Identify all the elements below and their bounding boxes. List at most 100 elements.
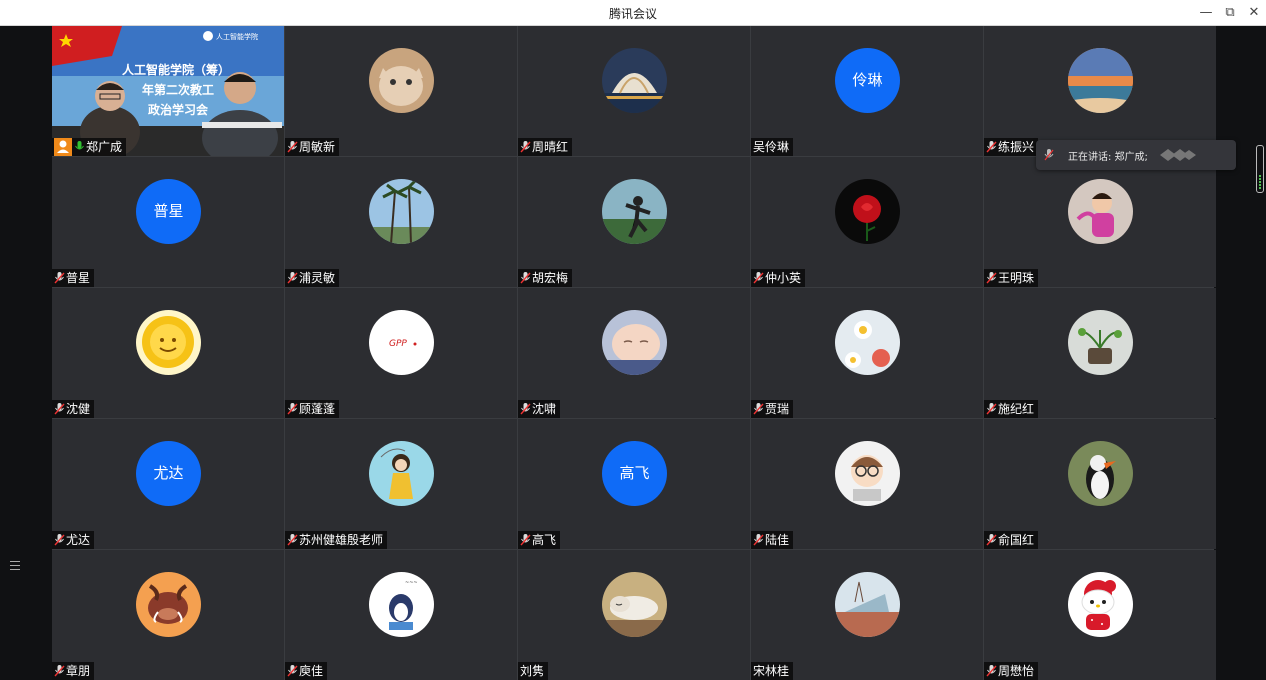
puffin-photo-avatar-image [1068, 441, 1133, 506]
participant-name-bar: 仲小英 [751, 269, 806, 287]
mic-muted-icon[interactable] [520, 403, 531, 415]
mic-muted-icon[interactable] [520, 141, 531, 153]
mic-muted-icon[interactable] [54, 272, 65, 284]
mic-muted-icon[interactable] [54, 665, 65, 677]
participant-name: 庾佳 [299, 664, 324, 678]
mic-muted-icon[interactable] [986, 534, 997, 546]
mic-muted-icon[interactable] [287, 534, 298, 546]
participant-tile[interactable]: 普星 普星 [52, 157, 284, 287]
mic-muted-icon[interactable] [54, 534, 65, 546]
participant-tile[interactable]: 沈啸 [518, 288, 750, 418]
participant-name-bar: 苏州健雄殷老师 [285, 531, 388, 549]
close-button[interactable]: ✕ [1244, 3, 1264, 23]
participant-name-bar: 宋林桂 [751, 662, 794, 680]
participant-tile[interactable]: 仲小英 [751, 157, 983, 287]
volume-meter [1256, 145, 1264, 193]
participant-tile[interactable]: 俞国红 [984, 419, 1216, 549]
photo-avatar [1068, 310, 1133, 375]
participant-name: 浦灵敏 [299, 271, 336, 285]
mic-muted-icon[interactable] [986, 403, 997, 415]
cartoon-boar-avatar-image [136, 572, 201, 637]
mic-muted-icon[interactable] [986, 665, 997, 677]
participant-name: 顾蓬蓬 [299, 402, 336, 416]
participant-tile[interactable]: 章朋 [52, 550, 284, 680]
participant-name: 高飞 [532, 533, 557, 547]
speaking-label: 正在讲话: 郑广成; [1068, 151, 1148, 163]
participant-name-bar: 陆佳 [751, 531, 794, 549]
participant-name: 俞国红 [998, 533, 1035, 547]
participant-tile[interactable]: 陆佳 [751, 419, 983, 549]
participant-tile[interactable]: 王明珠 [984, 157, 1216, 287]
mic-on-icon[interactable] [74, 141, 85, 153]
participant-tile[interactable]: 胡宏梅 [518, 157, 750, 287]
participant-tile[interactable]: 苏州健雄殷老师 [285, 419, 517, 549]
photo-avatar [835, 572, 900, 637]
text-avatar: 尤达 [136, 441, 201, 506]
participant-name: 仲小英 [765, 271, 802, 285]
flower-photo-avatar-image [835, 310, 900, 375]
mic-muted-icon[interactable] [986, 272, 997, 284]
participant-tile[interactable]: 尤达 尤达 [52, 419, 284, 549]
mic-muted-icon[interactable] [753, 534, 764, 546]
palm-photo-avatar-image [369, 179, 434, 244]
participant-tile[interactable]: 周晴红 [518, 26, 750, 156]
participant-name: 施纪红 [998, 402, 1035, 416]
participant-name-bar: 练振兴 [984, 138, 1039, 156]
participant-name-bar: 庾佳 [285, 662, 328, 680]
photo-avatar [369, 179, 434, 244]
photo-avatar [1068, 441, 1133, 506]
participant-tile[interactable]: ~~~ 庾佳 [285, 550, 517, 680]
mic-muted-icon[interactable] [753, 272, 764, 284]
restore-button[interactable]: ⧉ [1220, 3, 1240, 23]
participant-name-bar: 周晴红 [518, 138, 573, 156]
participant-tile[interactable]: GPP 顾蓬蓬 [285, 288, 517, 418]
minimize-button[interactable]: — [1196, 3, 1216, 23]
participant-tile[interactable]: 宋林桂 [751, 550, 983, 680]
video-banner-line3: 政治学习会 [148, 102, 209, 117]
participant-name-bar: 俞国红 [984, 531, 1039, 549]
mic-muted-icon[interactable] [287, 141, 298, 153]
photo-avatar: GPP [369, 310, 434, 375]
participant-tile[interactable]: 练振兴 [984, 26, 1216, 156]
participant-name-bar: 郑广成 [52, 138, 127, 156]
participant-tile[interactable]: 贾瑞 [751, 288, 983, 418]
participant-grid: 人工智能学院 人工智能学院（筹） 年第二次教工 政治学习会 郑广成 周敏新 周晴红 伶琳 吴伶琳… [52, 26, 1216, 680]
participant-name-bar: 周懋怡 [984, 662, 1039, 680]
illustration-avatar-image [369, 441, 434, 506]
mic-muted-icon[interactable] [520, 534, 531, 546]
beach-photo-avatar-image [1068, 48, 1133, 113]
participant-name-bar: 吴伶琳 [751, 138, 794, 156]
participant-name-bar: 贾瑞 [751, 400, 794, 418]
participant-tile[interactable]: 周懋怡 [984, 550, 1216, 680]
participant-tile[interactable]: 周敏新 [285, 26, 517, 156]
mic-muted-icon [1044, 149, 1054, 161]
mic-muted-icon[interactable] [287, 272, 298, 284]
participant-name-bar: 高飞 [518, 531, 561, 549]
mic-muted-icon[interactable] [753, 403, 764, 415]
photo-avatar [136, 572, 201, 637]
participant-tile[interactable]: 施纪红 [984, 288, 1216, 418]
video-banner-line1: 人工智能学院（筹） [122, 62, 230, 77]
participant-name-bar: 尤达 [52, 531, 95, 549]
window-title: 腾讯会议 [608, 7, 657, 21]
girl-photo-avatar-image [1068, 179, 1133, 244]
participant-tile[interactable]: 沈健 [52, 288, 284, 418]
participant-tile[interactable]: 高飞 高飞 [518, 419, 750, 549]
mic-muted-icon[interactable] [287, 403, 298, 415]
participant-tile[interactable]: 浦灵敏 [285, 157, 517, 287]
photo-avatar [602, 572, 667, 637]
text-sketch-avatar-image: GPP [369, 310, 434, 375]
participant-name-bar: 浦灵敏 [285, 269, 340, 287]
mic-muted-icon[interactable] [986, 141, 997, 153]
mic-muted-icon[interactable] [287, 665, 298, 677]
participant-name: 章朋 [66, 664, 91, 678]
member-list-toggle-icon[interactable] [6, 558, 22, 574]
video-feed: 人工智能学院人工智能学院（筹） 年第二次教工政治学习会 [52, 26, 284, 156]
participant-tile[interactable]: 刘隽 [518, 550, 750, 680]
participant-tile[interactable]: 人工智能学院 人工智能学院（筹） 年第二次教工 政治学习会 郑广成 [52, 26, 284, 156]
participant-tile[interactable]: 伶琳 吴伶琳 [751, 26, 983, 156]
mic-muted-icon[interactable] [54, 403, 65, 415]
mic-muted-icon[interactable] [520, 272, 531, 284]
cat-sleep-photo-avatar-image [602, 572, 667, 637]
photo-avatar [1068, 572, 1133, 637]
